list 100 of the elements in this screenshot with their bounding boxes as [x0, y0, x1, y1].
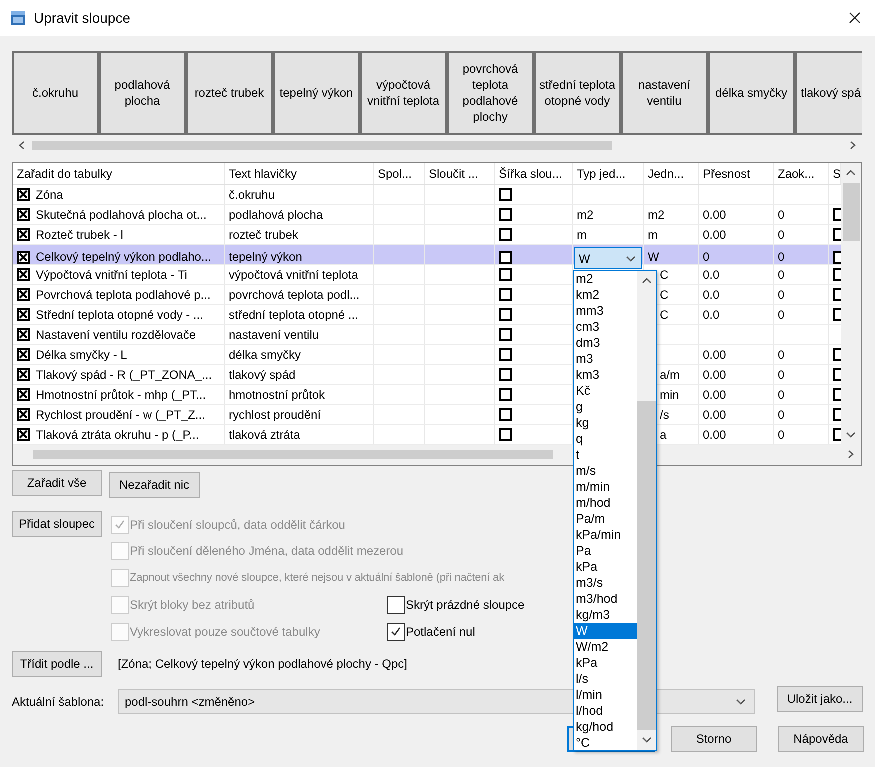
button[interactable]: Zařadit vše — [12, 470, 102, 496]
scrollbar[interactable] — [637, 271, 656, 750]
dropdown-option[interactable]: m3 — [574, 351, 637, 367]
button[interactable]: Nápověda — [778, 726, 864, 752]
unit-dropdown-list[interactable]: m2 km2 mm3 cm3 dm3 m3 km3 Kč g kg q t m/s m/min m/hod Pa/m kPa/min Pa kPa m3/s m3/hod kg/m3 W W/m2 kPa l/s l/min l/hod kg/hod °C — [573, 270, 657, 751]
checkbox[interactable] — [499, 250, 512, 264]
checkbox[interactable] — [17, 268, 30, 281]
scrollbar-thumb[interactable] — [33, 450, 553, 458]
dropdown-option[interactable]: Pa — [574, 543, 637, 559]
scrollbar-thumb[interactable] — [637, 401, 656, 730]
scroll-down-icon — [846, 431, 856, 439]
column-header[interactable]: Typ jed... — [573, 163, 644, 184]
checkbox[interactable] — [499, 188, 512, 201]
checkbox[interactable] — [17, 288, 30, 301]
dropdown-option[interactable]: W/m2 — [574, 639, 637, 655]
dropdown-option[interactable]: km2 — [574, 287, 637, 303]
column-header[interactable]: Zaok... — [774, 163, 829, 184]
chevron-down-icon — [736, 698, 748, 706]
dropdown-option[interactable]: kPa — [574, 559, 637, 575]
table-cell: hmotnostní průtok — [225, 385, 374, 404]
column-header[interactable]: Spol... — [374, 163, 425, 184]
add-column-button[interactable]: Přidat sloupec — [12, 511, 102, 537]
checkbox[interactable] — [499, 268, 512, 281]
cross-mark-icon — [19, 252, 28, 262]
checkbox[interactable] — [499, 348, 512, 361]
scrollbar-thumb[interactable] — [32, 140, 612, 150]
dropdown-option[interactable]: dm3 — [574, 335, 637, 351]
dropdown-option[interactable]: mm3 — [574, 303, 637, 319]
unit-combobox[interactable]: W — [574, 247, 642, 269]
button[interactable]: Storno — [671, 726, 757, 752]
sort-button[interactable]: Třídit podle ... — [12, 651, 102, 677]
table-cell: 0 — [774, 405, 829, 424]
dropdown-option[interactable]: m3/s — [574, 575, 637, 591]
checkbox[interactable] — [17, 428, 30, 441]
checkbox[interactable] — [17, 208, 30, 221]
dropdown-option[interactable]: kg/m3 — [574, 607, 637, 623]
checkbox[interactable] — [17, 388, 30, 401]
dropdown-option[interactable]: kPa/min — [574, 527, 637, 543]
checkbox[interactable] — [387, 623, 405, 641]
dropdown-option[interactable]: °C — [574, 735, 637, 751]
checkbox[interactable] — [499, 368, 512, 381]
checkbox[interactable] — [17, 308, 30, 321]
dropdown-option[interactable]: Pa/m — [574, 511, 637, 527]
checkbox[interactable] — [499, 428, 512, 441]
cross-mark-icon — [19, 270, 28, 279]
dropdown-option[interactable]: g — [574, 399, 637, 415]
dropdown-option[interactable]: m/min — [574, 479, 637, 495]
checkbox[interactable] — [17, 368, 30, 381]
dropdown-option[interactable]: Kč — [574, 383, 637, 399]
window-title: Upravit sloupce — [34, 10, 132, 26]
dropdown-option[interactable]: m3/hod — [574, 591, 637, 607]
column-header[interactable]: Šířka slou... — [495, 163, 573, 184]
table-cell: 0 — [774, 265, 829, 284]
table-cell: Tlaková ztráta okruhu - p (_P... — [36, 428, 200, 442]
button[interactable]: Nezařadit nic — [109, 472, 200, 498]
dropdown-option[interactable]: l/s — [574, 671, 637, 687]
checkbox[interactable] — [387, 596, 405, 614]
close-icon[interactable] — [849, 12, 861, 24]
checkbox[interactable] — [499, 228, 512, 241]
column-header[interactable]: Přesnost — [699, 163, 774, 184]
dropdown-option[interactable]: q — [574, 431, 637, 447]
dropdown-option[interactable]: kg — [574, 415, 637, 431]
checkbox-label: Vykreslovat pouze součtové tabulky — [130, 625, 320, 639]
table-cell: 0 — [774, 285, 829, 304]
dropdown-option[interactable]: kg/hod — [574, 719, 637, 735]
column-header[interactable]: Sloučit ... — [425, 163, 495, 184]
table-cell: 0 — [774, 385, 829, 404]
checkbox-label[interactable]: Skrýt prázdné sloupce — [406, 598, 525, 612]
checkbox[interactable] — [17, 408, 30, 421]
table-cell: 0 — [774, 205, 829, 224]
dropdown-option[interactable]: m/s — [574, 463, 637, 479]
column-header[interactable]: Zařadit do tabulky — [13, 163, 225, 184]
column-header[interactable]: Text hlavičky — [225, 163, 374, 184]
checkbox[interactable] — [17, 250, 30, 264]
column-header[interactable]: Jedn... — [644, 163, 699, 184]
cross-mark-icon — [19, 210, 28, 219]
checkbox[interactable] — [17, 228, 30, 241]
dropdown-option[interactable]: m2 — [574, 271, 637, 287]
checkbox[interactable] — [499, 308, 512, 321]
checkbox[interactable] — [499, 328, 512, 341]
checkbox[interactable] — [499, 288, 512, 301]
checkbox[interactable] — [499, 408, 512, 421]
table-cell: 0.00 — [699, 405, 774, 424]
table-cell: Skutečná podlahová plocha ot... — [36, 208, 207, 222]
save-as-button[interactable]: Uložit jako... — [777, 686, 863, 712]
checkbox[interactable] — [499, 208, 512, 221]
dropdown-option[interactable]: km3 — [574, 367, 637, 383]
dropdown-option[interactable]: t — [574, 447, 637, 463]
scrollbar-thumb[interactable] — [842, 183, 860, 241]
cross-mark-icon — [19, 290, 28, 299]
checkbox[interactable] — [17, 328, 30, 341]
checkbox[interactable] — [17, 348, 30, 361]
dropdown-option[interactable]: m/hod — [574, 495, 637, 511]
checkbox-label[interactable]: Potlačení nul — [406, 625, 476, 639]
checkbox[interactable] — [499, 388, 512, 401]
checkbox[interactable] — [17, 188, 30, 201]
dropdown-option[interactable]: kPa — [574, 655, 637, 671]
dropdown-option[interactable]: l/min — [574, 687, 637, 703]
dropdown-option[interactable]: cm3 — [574, 319, 637, 335]
dropdown-option[interactable]: W — [574, 623, 637, 639]
